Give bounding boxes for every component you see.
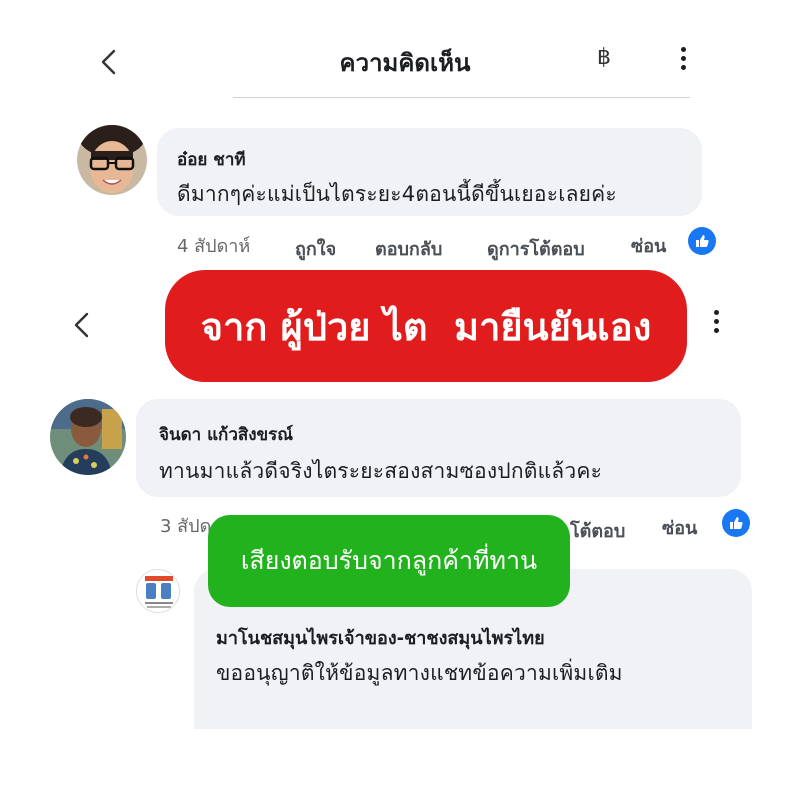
chevron-left-icon (101, 49, 116, 75)
comment-bubble[interactable]: จินดา แก้วสิงขรณ์ ทานมาแล้วดีจริงไตระยะส… (136, 399, 741, 497)
baht-icon[interactable]: ฿ (597, 45, 611, 70)
comment-author[interactable]: อ๋อย ชาที (177, 146, 246, 173)
thumbs-up-icon (688, 227, 716, 255)
avatar[interactable] (77, 125, 147, 195)
comment-text: ดีมากๆค่ะแม่เป็นไตระยะ4ตอนนี้ดีขึ้นเยอะเ… (177, 182, 617, 206)
like-action[interactable]: ถูกใจ (295, 234, 336, 263)
view-replies-action[interactable]: โต้ตอบ (570, 516, 625, 545)
page-title: ความคิดเห็น (339, 49, 471, 77)
comment-text: ทานมาแล้วดีจริงไตระยะสองสามซองปกติแล้วคะ (159, 459, 603, 483)
more-options-button[interactable] (681, 47, 686, 70)
header-divider (233, 97, 690, 98)
hide-action[interactable]: ซ่อน (662, 513, 697, 542)
comment-author[interactable]: จินดา แก้วสิงขรณ์ (159, 421, 293, 448)
more-options-button[interactable] (714, 310, 719, 333)
headline-text: จาก ผู้ป่วย ไต มายืนยันเอง (200, 304, 652, 349)
more-vertical-icon (714, 310, 719, 315)
reply-author[interactable]: มาโนชสมุนไพรเจ้าของ-ชาชงสมุนไพรไทย (216, 623, 545, 652)
hide-action[interactable]: ซ่อน (631, 231, 666, 260)
comment-time: 3 สัปด (160, 516, 212, 537)
view-replies-action[interactable]: ดูการโต้ตอบ (487, 234, 585, 263)
comment-bubble[interactable]: อ๋อย ชาที ดีมากๆค่ะแม่เป็นไตระยะ4ตอนนี้ด… (157, 128, 702, 216)
chevron-left-icon (74, 312, 89, 338)
more-vertical-icon (681, 47, 686, 52)
testimonial-text: เสียงตอบรับจากลูกค้าที่ทาน (240, 546, 538, 575)
reply-text: ขออนุญาติให้ข้อมูลทางแชทข้อความเพิ่มเติม (216, 661, 623, 685)
top-comments-screen: ความคิดเห็น ฿ อ๋อย ชาที ดีมากๆค่ะแม่เป็น… (55, 25, 735, 287)
comment-time: 4 สัปดาห์ (177, 236, 251, 257)
testimonial-banner: เสียงตอบรับจากลูกค้าที่ทาน (208, 515, 570, 607)
thumbs-up-icon (722, 509, 750, 537)
reply-action[interactable]: ตอบกลับ (375, 234, 442, 263)
avatar[interactable] (136, 569, 180, 613)
back-button[interactable] (97, 47, 123, 77)
avatar[interactable] (50, 399, 126, 475)
headline-banner: จาก ผู้ป่วย ไต มายืนยันเอง (165, 270, 687, 382)
back-button[interactable] (70, 310, 96, 340)
